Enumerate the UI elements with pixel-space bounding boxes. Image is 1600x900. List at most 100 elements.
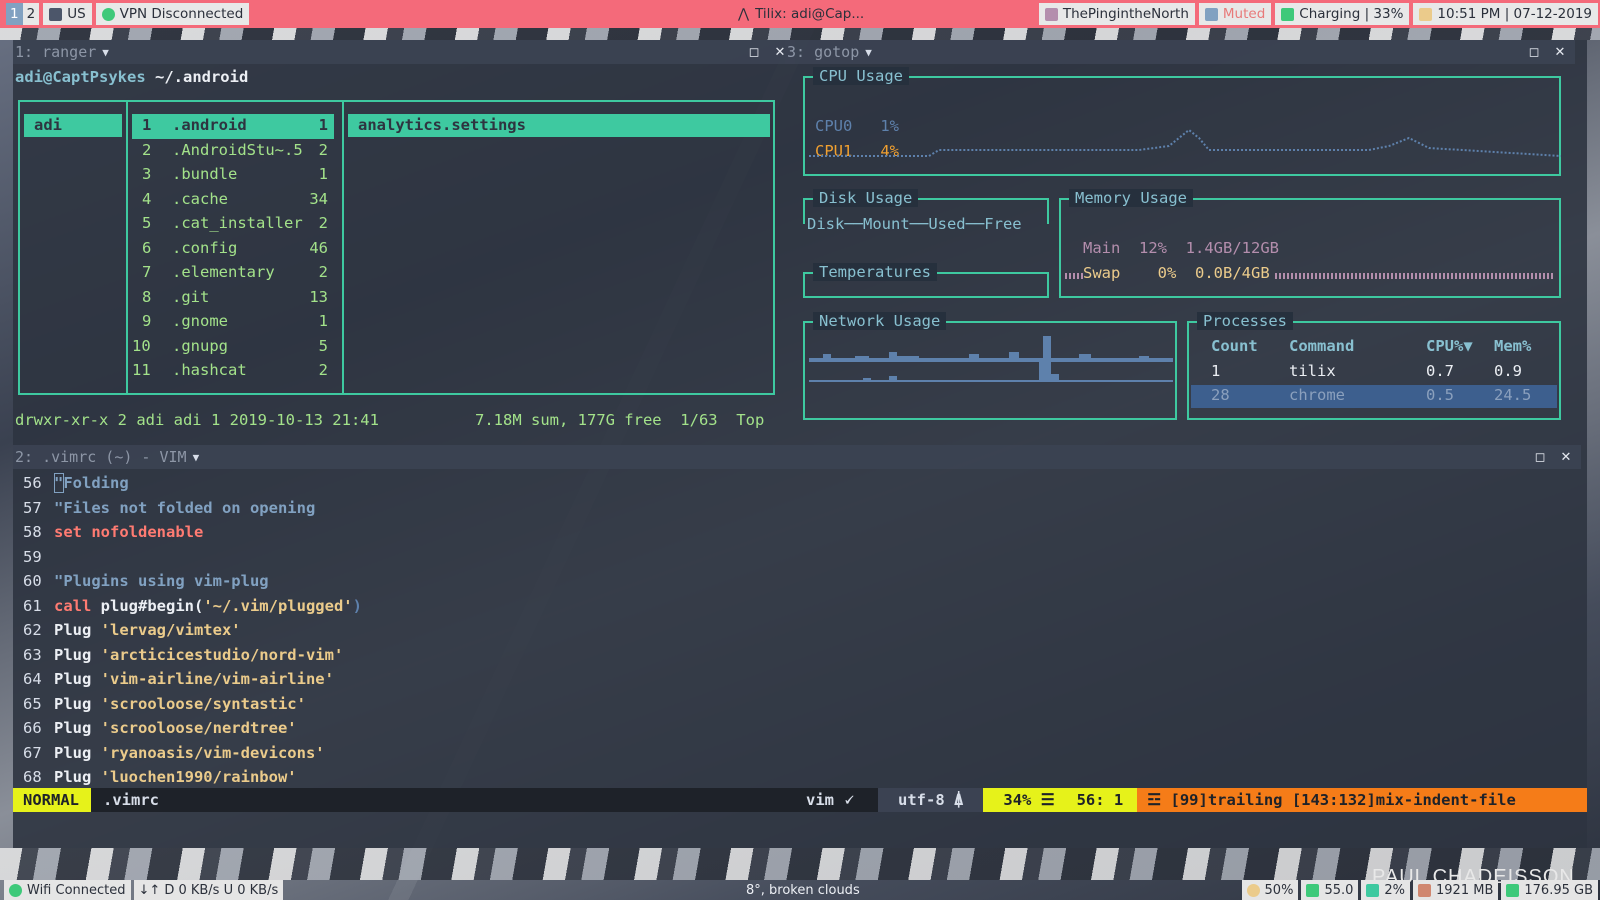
vim-line[interactable]: 68 Plug 'luochen1990/rainbow'	[13, 765, 1587, 790]
ranger-file-row[interactable]: 10 .gnupg 5	[132, 335, 334, 360]
ranger-row-name: .android	[172, 116, 247, 134]
vim-line[interactable]: 65 Plug 'scrooloose/syntastic'	[13, 692, 1587, 717]
temperature-label: 55.0	[1324, 882, 1354, 898]
ranger-file-row[interactable]: 3 .bundle 1	[132, 163, 334, 188]
ranger-file-row[interactable]: 11 .hashcat 2	[132, 359, 334, 384]
memory-status[interactable]: 1921 MB	[1413, 880, 1499, 900]
close-icon[interactable]: ✕	[1551, 43, 1569, 61]
vim-line[interactable]: 56 "Folding	[13, 471, 1587, 496]
vim-pane[interactable]: 2: .vimrc (~) - VIM ▼ ◻ ✕ 56 "Folding 57 "F…	[13, 445, 1587, 848]
vim-line[interactable]: 59	[13, 545, 1587, 570]
ranger-row-number: 5	[142, 214, 152, 232]
ranger-parent-dir[interactable]: adi	[24, 114, 122, 137]
vim-line[interactable]: 66 Plug 'scrooloose/nerdtree'	[13, 716, 1587, 741]
vim-line[interactable]: 57 "Files not folded on opening	[13, 496, 1587, 521]
ranger-file-row[interactable]: 1 .android 1	[132, 114, 334, 139]
volume-status[interactable]: Muted	[1198, 3, 1272, 25]
process-row-selected[interactable]: 28 chrome 0.5 24.5	[1191, 385, 1557, 408]
ranger-row-number: 10	[132, 336, 151, 355]
vim-line[interactable]: 67 Plug 'ryanoasis/vim-devicons'	[13, 741, 1587, 766]
ranger-file-row[interactable]: 4 .cache 34	[132, 188, 334, 213]
vim-airline-statusline: NORMAL .vimrc vim 🗸 utf-8 ⍋ 34% ☰ 56: 1 …	[13, 788, 1587, 812]
maximize-icon[interactable]: ◻	[745, 43, 763, 61]
weather[interactable]: 8°, broken clouds	[746, 880, 860, 900]
vim-line-text: "Files not folded on opening	[54, 498, 316, 517]
processes-header-mem[interactable]: Mem%	[1494, 337, 1531, 355]
workspace-1[interactable]: 1	[6, 3, 23, 25]
ranger-file-row[interactable]: 6 .config 46	[132, 237, 334, 262]
vim-line-text: Plug 'arcticicestudio/nord-vim'	[54, 645, 344, 664]
chevron-down-icon[interactable]: ▼	[193, 451, 200, 464]
vim-percent: 34% ☰	[983, 788, 1067, 812]
ranger-row-name: .elementary	[172, 263, 275, 281]
vim-mode: NORMAL	[13, 788, 91, 812]
disk-status[interactable]: 176.95 GB	[1501, 880, 1598, 900]
keyboard-layout[interactable]: US	[43, 3, 92, 25]
wifi-status[interactable]: Wifi Connected	[4, 880, 131, 900]
cpu-status[interactable]: 2%	[1361, 880, 1411, 900]
vim-line[interactable]: 63 Plug 'arcticicestudio/nord-vim'	[13, 643, 1587, 668]
close-icon[interactable]: ✕	[1557, 448, 1575, 466]
processes-header-cpu[interactable]: CPU%▼	[1426, 337, 1473, 355]
ranger-preview-item[interactable]: analytics.settings	[348, 114, 770, 137]
vim-line[interactable]: 61 call plug#begin('~/.vim/plugged')	[13, 594, 1587, 619]
prompt-path: ~/.android	[145, 68, 249, 86]
ranger-row-count: 1	[318, 312, 328, 330]
battery-status[interactable]: Charging | 33%	[1275, 3, 1410, 25]
vim-buffer[interactable]: 56 "Folding 57 "Files not folded on opening…	[13, 471, 1587, 790]
ranger-file-row[interactable]: 7 .elementary 2	[132, 261, 334, 286]
cpu-usage-graph	[809, 128, 1561, 157]
vim-line-number: 56	[23, 474, 42, 492]
ranger-titlebar[interactable]: 1: ranger ▼ ◻ ✕	[13, 40, 795, 64]
maximize-icon[interactable]: ◻	[1531, 448, 1549, 466]
ranger-pane[interactable]: 1: ranger ▼ ◻ ✕ adi@CaptPsykes ~/.androi…	[13, 40, 795, 445]
chevron-down-icon[interactable]: ▼	[102, 46, 109, 59]
ranger-row-count: 2	[318, 263, 328, 281]
chevron-down-icon[interactable]: ▼	[865, 46, 872, 59]
ranger-row-number: 1	[142, 116, 152, 134]
ranger-prompt: adi@CaptPsykes ~/.android	[15, 68, 248, 86]
ranger-file-row[interactable]: 2 .AndroidStu~.5 2	[132, 139, 334, 164]
vpn-status[interactable]: VPN Disconnected	[95, 3, 250, 25]
ranger-row-name: .hashcat	[172, 361, 247, 379]
clock[interactable]: 10:51 PM | 07-12-2019	[1413, 3, 1598, 25]
vim-line-text: Plug 'ryanoasis/vim-devicons'	[54, 743, 325, 762]
vim-line-number: 65	[23, 694, 42, 713]
ranger-row-name: .AndroidStu~.5	[172, 140, 303, 159]
processes-header-count[interactable]: Count	[1211, 337, 1258, 355]
vim-titlebar[interactable]: 2: .vimrc (~) - VIM ▼ ◻ ✕	[13, 445, 1581, 469]
process-row[interactable]: 1 tilix 0.7 0.9	[1191, 361, 1557, 384]
vim-line-text: "Folding	[54, 474, 129, 492]
music-status[interactable]: ThePingintheNorth	[1038, 3, 1195, 25]
gotop-titlebar[interactable]: 3: gotop ▼ ◻ ✕	[785, 40, 1575, 64]
ranger-row-count: 2	[318, 140, 328, 159]
ranger-row-number: 6	[142, 238, 152, 257]
ranger-status-left: drwxr-xr-x 2 adi adi 1 2019-10-13 21:41	[15, 411, 379, 429]
gotop-pane[interactable]: 3: gotop ▼ ◻ ✕ CPU Usage CPU0 1% CPU1 4%…	[785, 40, 1587, 445]
ranger-file-row[interactable]: 9 .gnome 1	[132, 310, 334, 335]
ranger-row-count: 2	[318, 214, 328, 232]
wallpaper-detail-top	[0, 28, 1600, 40]
keyboard-layout-label: US	[67, 6, 86, 22]
ranger-column-divider	[126, 100, 128, 395]
cpu-label: 2%	[1384, 882, 1406, 898]
vim-warnings: ☲ [99]trailing [143:132]mix-indent-file	[1137, 788, 1587, 812]
vim-line[interactable]: 64 Plug 'vim-airline/vim-airline'	[13, 667, 1587, 692]
process-command: tilix	[1289, 362, 1336, 380]
network-speed[interactable]: ↓↑ D 0 KB/s U 0 KB/s	[133, 880, 284, 900]
vim-line[interactable]: 62 Plug 'lervag/vimtex'	[13, 618, 1587, 643]
workspace-2[interactable]: 2	[23, 3, 40, 25]
vim-line[interactable]: 58 set nofoldenable	[13, 520, 1587, 545]
maximize-icon[interactable]: ◻	[1525, 43, 1543, 61]
temperature-status[interactable]: 55.0	[1301, 880, 1359, 900]
terminal-icon: ⋀	[738, 6, 750, 22]
brightness-status[interactable]: 50%	[1241, 880, 1299, 900]
ranger-file-row[interactable]: 8 .git 13	[132, 286, 334, 311]
processes-header-command[interactable]: Command	[1289, 337, 1354, 355]
processes-title: Processes	[1197, 312, 1293, 330]
vim-line[interactable]: 60 "Plugins using vim-plug	[13, 569, 1587, 594]
ranger-file-row[interactable]: 5 .cat_installer 2	[132, 212, 334, 237]
cpu-usage-title: CPU Usage	[813, 67, 909, 85]
linux-icon: ⍋	[954, 791, 964, 809]
process-cpu: 0.5	[1426, 386, 1454, 404]
